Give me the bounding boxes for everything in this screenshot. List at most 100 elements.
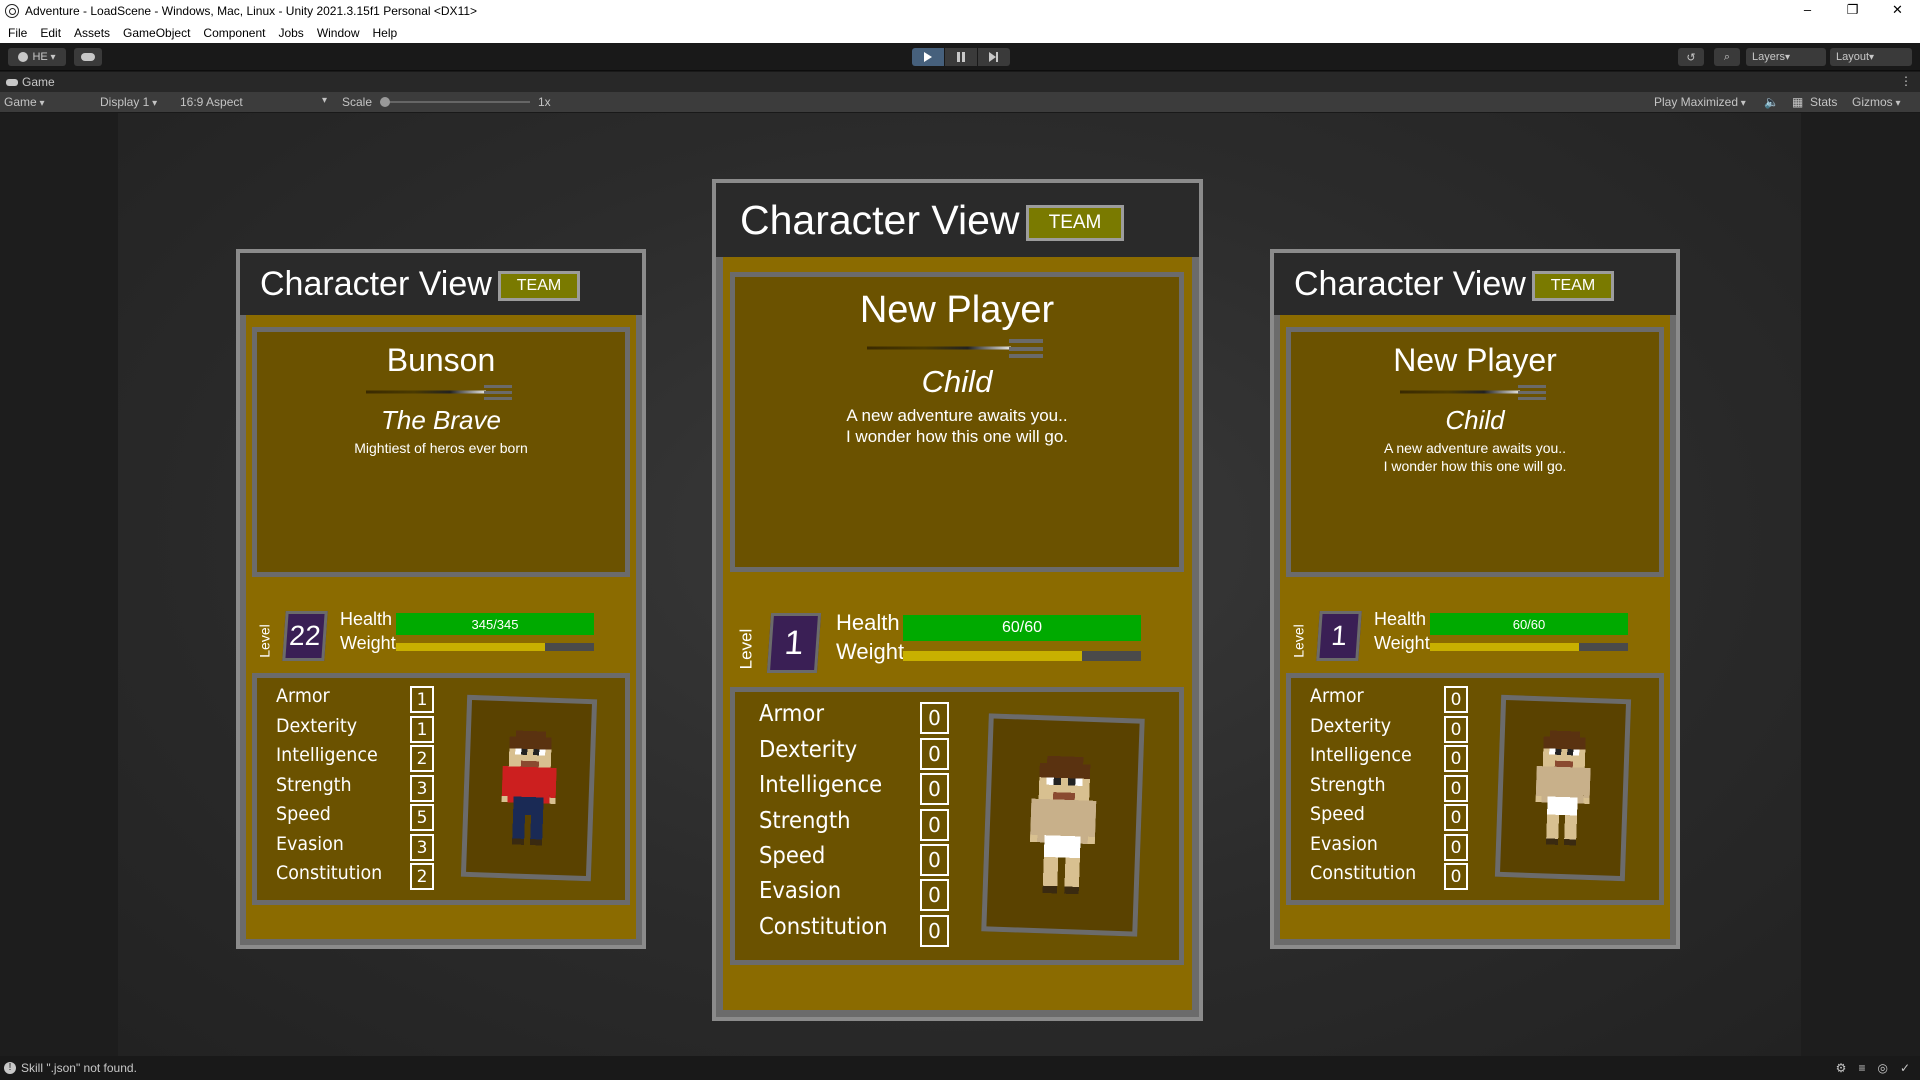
health-label: Health [1374, 609, 1427, 629]
play-icon [924, 52, 932, 62]
gizmos-dropdown[interactable]: Gizmos [1852, 95, 1900, 109]
weight-bar [396, 643, 594, 651]
window-title: Adventure - LoadScene - Windows, Mac, Li… [25, 4, 478, 18]
stat-value-strength: 0 [920, 809, 949, 841]
menu-window[interactable]: Window [317, 26, 360, 40]
scale-slider-handle[interactable] [380, 97, 390, 107]
character-title: Child [1445, 405, 1505, 435]
more-options-icon[interactable]: ⋮ [1900, 74, 1912, 88]
stat-label-constitution: Constitution [276, 862, 383, 884]
scale-slider[interactable] [380, 97, 530, 107]
character-card-3: Character View TEAM New Player Child A n… [1270, 249, 1680, 949]
play-button[interactable] [912, 48, 944, 66]
menu-file[interactable]: File [8, 26, 27, 40]
stat-value-dexterity: 0 [920, 738, 949, 770]
stat-label-speed: Speed [759, 843, 826, 869]
team-button[interactable]: TEAM [1532, 271, 1614, 301]
minimize-button[interactable]: – [1785, 0, 1830, 22]
menu-component[interactable]: Component [203, 26, 265, 40]
stat-label-evasion: Evasion [276, 833, 344, 855]
level-value: 1 [766, 613, 822, 673]
stats-grid-icon: ▦ [1792, 95, 1804, 109]
menu-jobs[interactable]: Jobs [278, 26, 303, 40]
menu-assets[interactable]: Assets [74, 26, 110, 40]
search-button[interactable]: ⌕ [1714, 48, 1740, 66]
info-icon: ! [4, 1062, 16, 1074]
aspect-dropdown[interactable]: 16:9 Aspect [180, 95, 243, 109]
main-toolbar: HE ↺ ⌕ Layers Layout [0, 43, 1920, 71]
sword-divider-icon [366, 383, 516, 401]
bug-icon[interactable]: ⚙ [1836, 1061, 1847, 1075]
stat-label-armor: Armor [1310, 685, 1364, 707]
character-card-2: Character View TEAM New Player Child A n… [712, 179, 1203, 1021]
check-icon[interactable]: ✓ [1900, 1061, 1910, 1075]
card-header: Character View [240, 253, 642, 315]
stat-value-constitution: 0 [1444, 863, 1468, 890]
layout-dropdown[interactable]: Layout [1830, 48, 1912, 66]
character-sprite-icon [501, 730, 557, 846]
stat-label-dexterity: Dexterity [1310, 715, 1392, 737]
account-dropdown[interactable]: HE [8, 48, 66, 66]
network-icon[interactable]: ◎ [1877, 1061, 1887, 1075]
card-header: Character View [1274, 253, 1676, 315]
menu-gameobject[interactable]: GameObject [123, 26, 190, 40]
health-label: Health [340, 609, 393, 629]
stat-value-intelligence: 2 [410, 745, 434, 772]
health-label: Health [836, 610, 900, 635]
level-label: Level [736, 628, 756, 670]
menu-edit[interactable]: Edit [40, 26, 61, 40]
stat-label-strength: Strength [759, 808, 851, 834]
menu-help[interactable]: Help [373, 26, 398, 40]
stat-label-evasion: Evasion [759, 878, 842, 904]
cloud-button[interactable] [74, 48, 102, 66]
stat-label-strength: Strength [1310, 774, 1386, 796]
play-mode-dropdown[interactable]: Play Maximized [1654, 95, 1746, 109]
character-name: New Player [1393, 342, 1557, 378]
history-button[interactable]: ↺ [1678, 48, 1704, 66]
character-name: Bunson [386, 342, 496, 378]
mute-audio-icon[interactable]: 🔈 [1764, 95, 1779, 109]
stat-value-evasion: 0 [920, 879, 949, 911]
stat-label-intelligence: Intelligence [1310, 744, 1412, 766]
team-button[interactable]: TEAM [1026, 205, 1124, 241]
history-icon: ↺ [1686, 51, 1696, 64]
close-button[interactable]: ✕ [1875, 0, 1920, 22]
health-bar: 345/345 [396, 613, 594, 635]
character-name: New Player [859, 289, 1055, 331]
card-header-title: Character View [740, 196, 1020, 243]
unity-logo-icon [5, 4, 19, 18]
account-icon [18, 52, 29, 62]
view-mode-dropdown[interactable]: Game [4, 95, 86, 109]
scale-value: 1x [538, 95, 551, 109]
character-info-panel: New Player Child A new adventure awaits … [730, 272, 1184, 572]
character-sprite-icon [1029, 755, 1097, 895]
stat-value-dexterity: 1 [410, 716, 434, 743]
console-message[interactable]: Skill ".json" not found. [21, 1061, 137, 1075]
weight-bar-fill [396, 643, 545, 651]
level-label: Level [256, 624, 273, 658]
stat-value-intelligence: 0 [920, 773, 949, 805]
team-button[interactable]: TEAM [498, 271, 580, 301]
pause-button[interactable] [945, 48, 977, 66]
stats-button[interactable]: Stats [1810, 95, 1837, 109]
cloud-icon [81, 53, 95, 61]
step-button[interactable] [978, 48, 1010, 66]
character-card-1: Character View TEAM Bunson The Brave Mig… [236, 249, 646, 949]
sword-divider-icon [1400, 383, 1550, 401]
layers-status-icon[interactable]: ≡ [1858, 1061, 1865, 1075]
character-description: Mightiest of heros ever born [354, 440, 528, 456]
character-title: Child [921, 364, 993, 399]
tab-game[interactable]: Game [6, 75, 55, 89]
account-label: HE [32, 51, 55, 63]
stat-value-armor: 1 [410, 686, 434, 713]
aspect-chevron-icon[interactable]: ▾ [322, 95, 327, 106]
gamepad-icon [6, 78, 18, 86]
stat-value-speed: 0 [1444, 804, 1468, 831]
layers-dropdown[interactable]: Layers [1746, 48, 1826, 66]
display-dropdown[interactable]: Display 1 [100, 95, 157, 109]
character-info-panel: Bunson The Brave Mightiest of heros ever… [252, 327, 630, 577]
weight-label: Weight [340, 633, 396, 653]
stat-value-dexterity: 0 [1444, 716, 1468, 743]
stat-value-intelligence: 0 [1444, 745, 1468, 772]
restore-button[interactable]: ❐ [1830, 0, 1875, 22]
